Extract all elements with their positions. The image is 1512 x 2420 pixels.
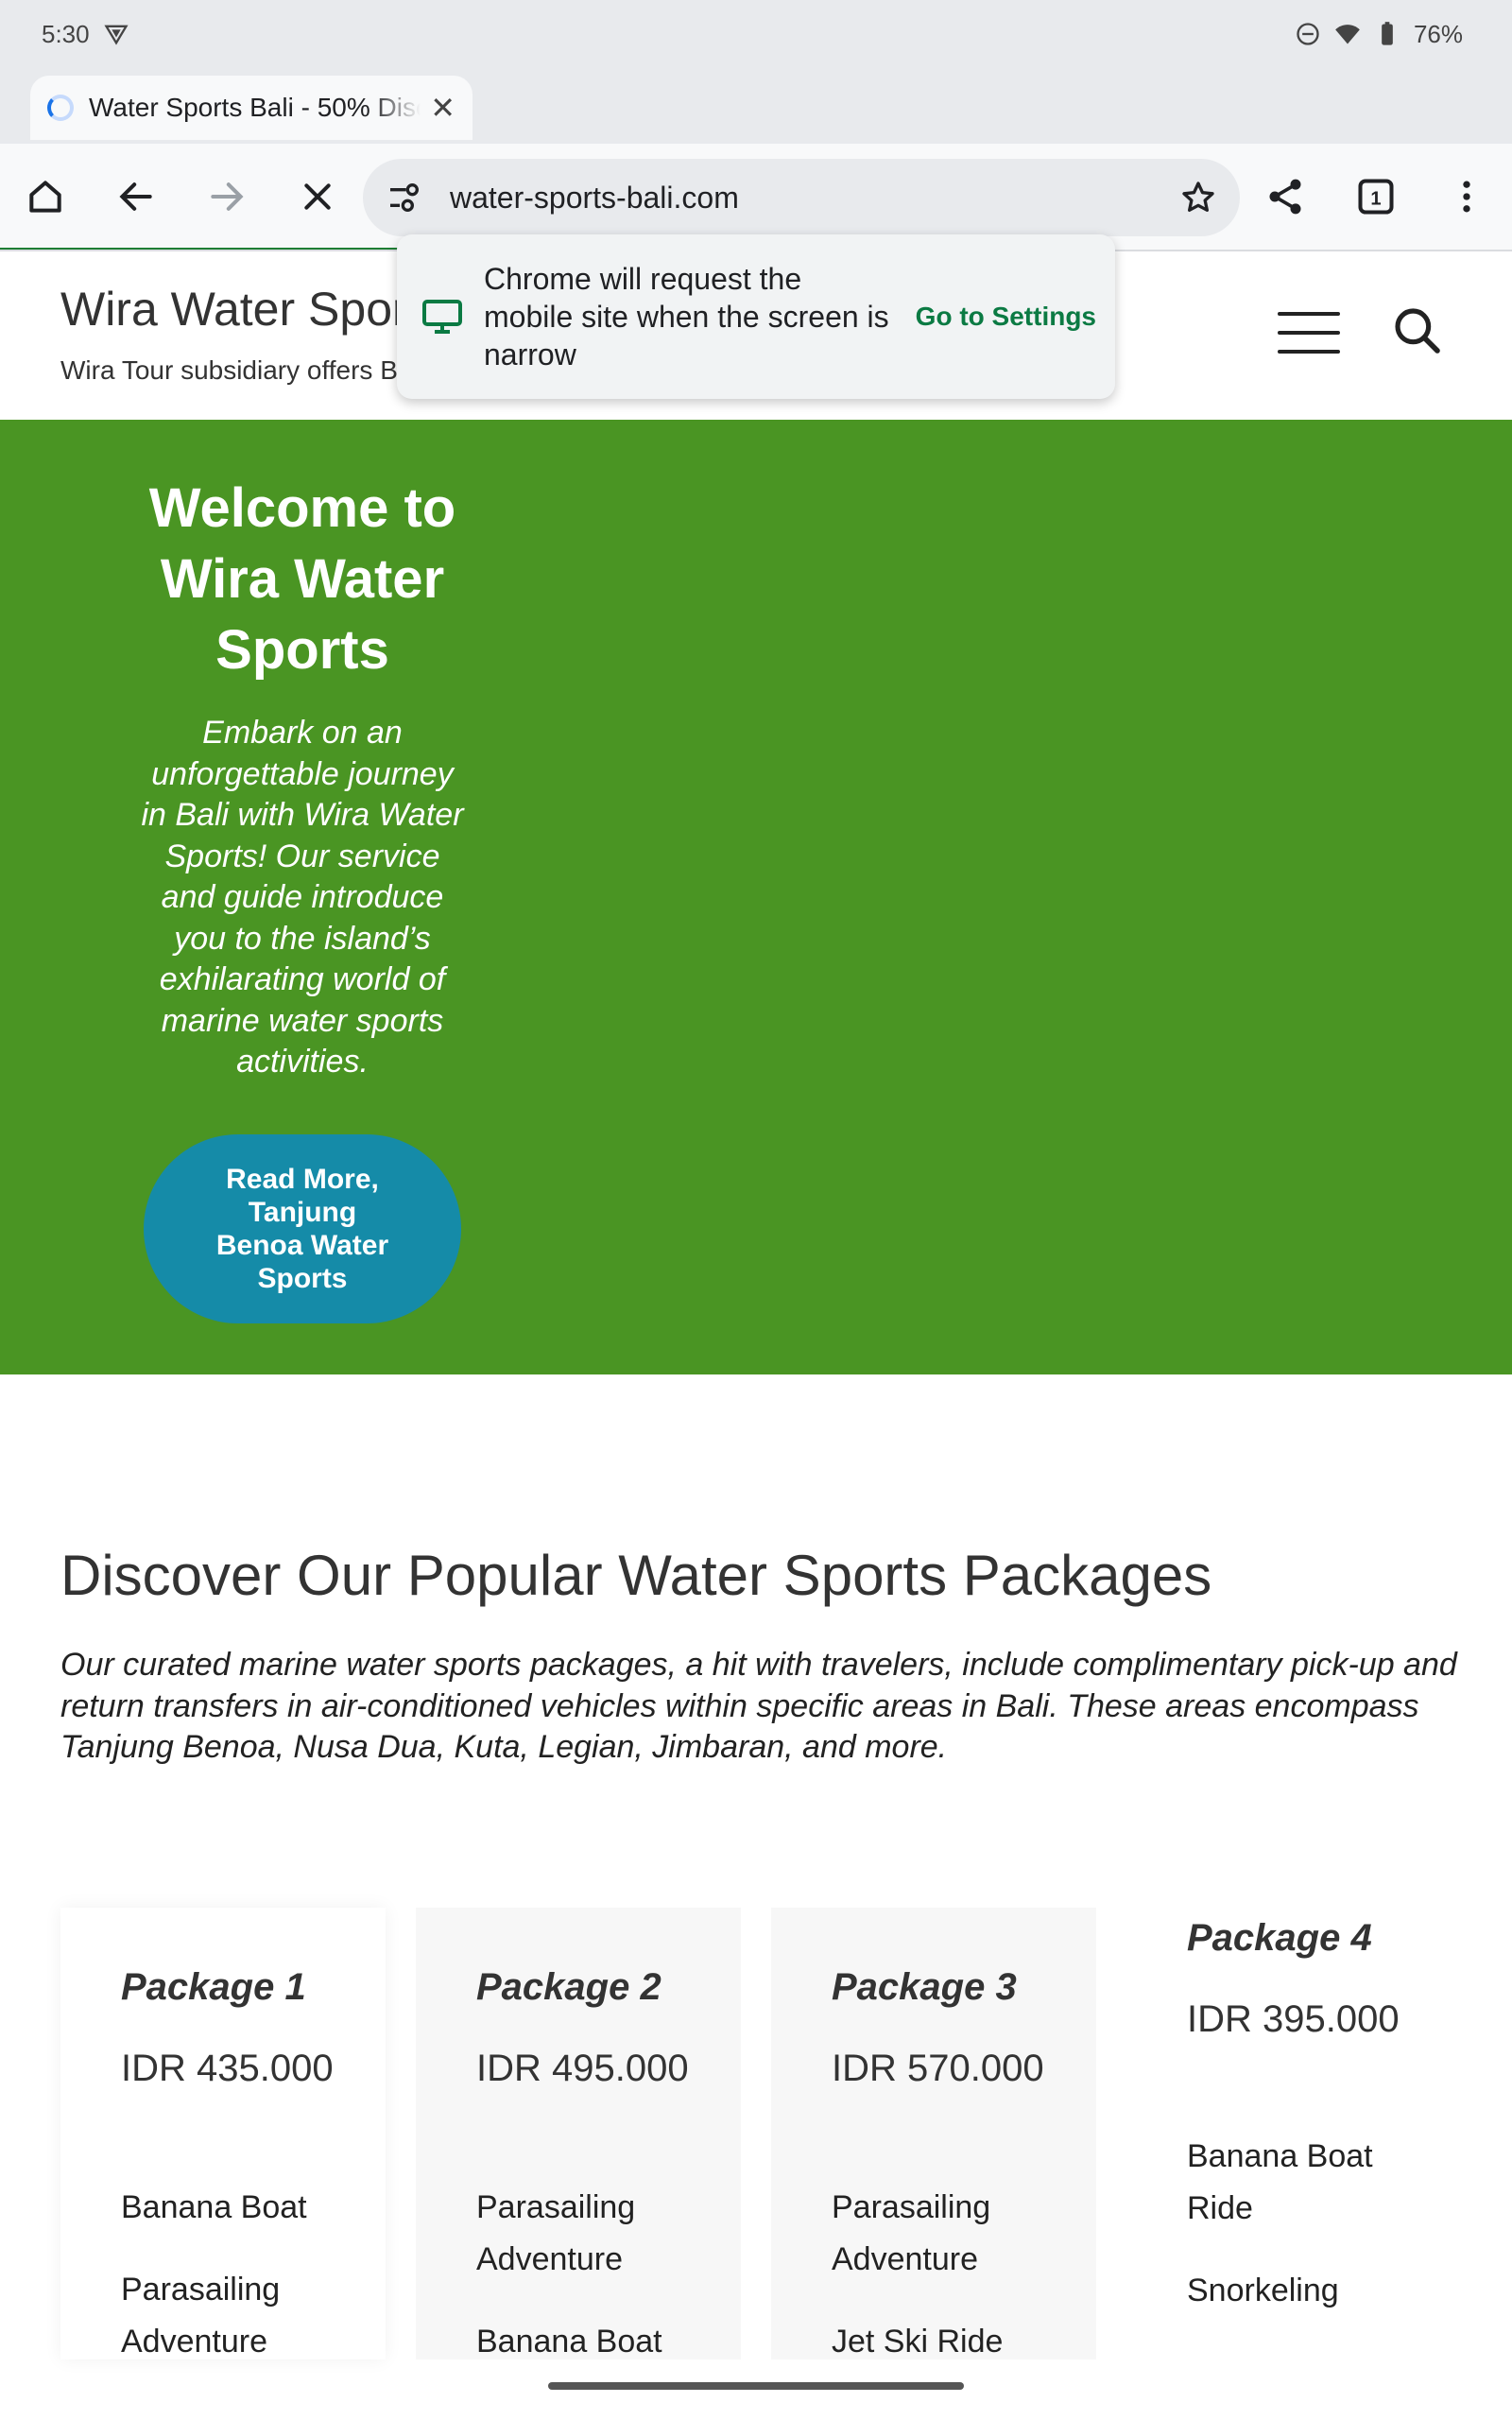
url-text: water-sports-bali.com: [450, 180, 739, 215]
package-item: Banana Boat: [121, 2189, 307, 2225]
stop-loading-button[interactable]: [291, 170, 344, 223]
packages-section-title: Discover Our Popular Water Sports Packag…: [60, 1544, 1212, 1607]
package-item: Parasailing Adventure: [832, 2189, 991, 2277]
hamburger-menu-button[interactable]: [1278, 312, 1340, 354]
bookmark-star-icon[interactable]: [1179, 179, 1217, 216]
back-button[interactable]: [110, 170, 163, 223]
tab-count: 1: [1370, 188, 1381, 209]
search-icon: [1395, 308, 1440, 354]
hero-text: Embark on an unforgettable journey in Ba…: [141, 715, 464, 1080]
hero-section: Welcome to Wira Water Sports Embark on a…: [0, 420, 1512, 1374]
do-not-disturb-icon: [1297, 23, 1319, 45]
package-items: Banana Boat Ride Snorkeling Jet Ski Ride: [1187, 2131, 1433, 2360]
status-time: 5:30: [42, 19, 90, 48]
popup-message: Chrome will request the mobile site when…: [484, 262, 889, 372]
tab-title: Water Sports Bali - 50% Discount: [89, 93, 421, 122]
package-price: IDR 435.000: [121, 2048, 334, 2089]
menu-line: [1278, 331, 1340, 335]
tab-switcher-button[interactable]: 1: [1349, 170, 1402, 223]
package-card-3[interactable]: Package 3 IDR 570.000 Parasailing Advent…: [771, 1908, 1096, 2360]
menu-line: [1278, 350, 1340, 354]
package-item: Parasailing Adventure: [121, 2272, 281, 2360]
package-items: Parasailing Adventure Banana Boat: [476, 2182, 722, 2360]
package-price: IDR 495.000: [476, 2048, 689, 2089]
hero-title: Welcome to Wira Water Sports: [148, 477, 456, 681]
tab-switcher-icon: 1: [1358, 179, 1394, 215]
menu-button[interactable]: [1440, 170, 1493, 223]
menu-line: [1278, 312, 1340, 316]
site-search-button[interactable]: [1391, 304, 1444, 357]
package-item: Jet Ski Ride: [1187, 2347, 1433, 2360]
gesture-navigation-bar[interactable]: [548, 2382, 964, 2390]
status-left: 5:30: [42, 20, 129, 49]
wifi-icon: [1335, 25, 1360, 44]
package-item: Jet Ski Ride: [832, 2324, 1004, 2360]
package-items: Banana Boat Parasailing Adventure: [121, 2182, 367, 2360]
package-name: Package 4: [1187, 1917, 1372, 1959]
home-icon: [29, 181, 61, 213]
package-name: Package 3: [832, 1966, 1017, 2008]
battery-icon: [1382, 22, 1393, 45]
forward-button[interactable]: [200, 170, 253, 223]
forward-arrow-icon: [211, 182, 244, 211]
share-button[interactable]: [1259, 170, 1312, 223]
package-item: Banana Boat: [476, 2324, 662, 2360]
site-settings-icon[interactable]: [386, 179, 423, 216]
desktop-site-popup: Chrome will request the mobile site when…: [397, 234, 1115, 399]
battery-level: 76%: [1413, 19, 1463, 48]
status-right: 76%: [1295, 20, 1463, 49]
packages-section-description: Our curated marine water sports packages…: [60, 1647, 1457, 1765]
package-name: Package 1: [121, 1966, 306, 2008]
package-card-1[interactable]: Package 1 IDR 435.000 Banana Boat Parasa…: [60, 1908, 386, 2360]
package-price: IDR 395.000: [1187, 1998, 1400, 2040]
package-item: Parasailing Adventure: [476, 2189, 636, 2277]
home-button[interactable]: [19, 170, 72, 223]
close-tab-icon[interactable]: ✕: [430, 90, 455, 126]
browser-tab[interactable]: Water Sports Bali - 50% Discount ✕: [30, 76, 472, 140]
package-card-4[interactable]: Package 4 IDR 395.000 Banana Boat Ride S…: [1126, 1908, 1452, 2360]
status-bar: 5:30 76%: [0, 0, 1512, 68]
close-icon: [304, 183, 331, 210]
package-price: IDR 570.000: [832, 2048, 1044, 2089]
package-item: Snorkeling: [1187, 2273, 1339, 2308]
loading-spinner-icon: [47, 95, 74, 121]
share-icon: [1269, 179, 1301, 215]
read-more-button[interactable]: Read More, Tanjung Benoa Water Sports: [144, 1134, 461, 1323]
package-name: Package 2: [476, 1966, 662, 2008]
site-title[interactable]: Wira Water Sports: [60, 282, 445, 337]
package-items: Parasailing Adventure Jet Ski Ride: [832, 2182, 1077, 2360]
more-vert-icon: [1463, 181, 1470, 213]
back-arrow-icon: [119, 182, 152, 211]
desktop-monitor-icon: [422, 300, 462, 334]
tab-strip: Water Sports Bali - 50% Discount ✕ +: [0, 68, 1512, 191]
vpn-key-icon: [104, 25, 129, 45]
go-to-settings-link[interactable]: Go to Settings: [916, 302, 1096, 332]
address-bar[interactable]: water-sports-bali.com: [363, 159, 1240, 236]
package-item: Banana Boat Ride: [1187, 2138, 1373, 2226]
package-card-2[interactable]: Package 2 IDR 495.000 Parasailing Advent…: [416, 1908, 741, 2360]
